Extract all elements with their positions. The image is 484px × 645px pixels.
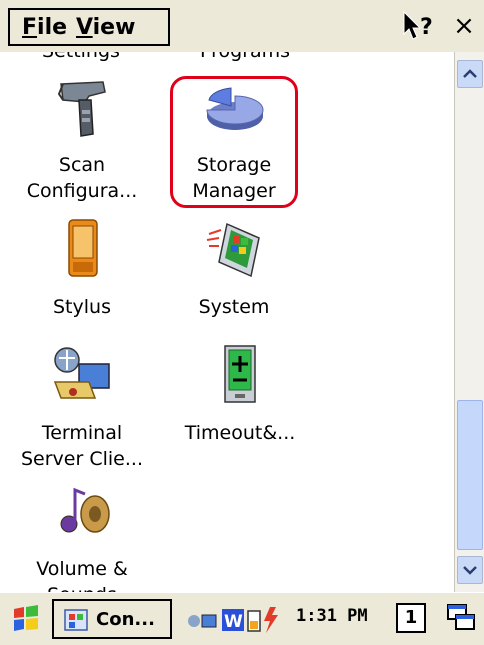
volume-label-line1: Volume & — [36, 558, 128, 580]
selection-highlight — [170, 76, 298, 208]
stylus-item[interactable]: Stylus — [2, 216, 162, 320]
network-icon — [188, 614, 217, 628]
menu-file[interactable]: File — [22, 15, 67, 40]
terminal-server-client-item[interactable]: Terminal Server Clie... — [2, 342, 162, 472]
scan-label-line2: Configura... — [26, 180, 138, 202]
show-desktop-icon[interactable] — [444, 601, 478, 635]
stylus-label: Stylus — [53, 296, 111, 318]
settings-partial-label: Settings — [42, 52, 120, 62]
volume-sounds-item[interactable]: Volume & Sounds — [2, 478, 162, 592]
taskbar: Con... W 1:31 PM 1 — [0, 592, 484, 645]
menu-view[interactable]: View — [76, 15, 135, 40]
timeout-item[interactable]: Timeout&... — [160, 342, 320, 446]
system-device-icon — [206, 222, 260, 278]
control-panel-icon — [64, 609, 88, 631]
scroll-up-button[interactable] — [457, 60, 483, 88]
help-icon[interactable]: ? — [400, 8, 440, 44]
volume-label-line2: Sounds — [2, 582, 162, 592]
task-button-label: Con... — [96, 609, 155, 630]
barcode-scanner-icon — [57, 81, 106, 137]
scan-configuration-item[interactable]: Scan Configura... — [2, 76, 162, 204]
system-item[interactable]: System — [154, 216, 314, 320]
control-panel-view: Settings Programs Scan Configura... Stor… — [0, 52, 454, 592]
vertical-scrollbar[interactable] — [454, 52, 484, 592]
menu-bar: File View ? × — [0, 0, 484, 53]
power-bolt-icon — [264, 607, 278, 633]
scroll-thumb[interactable] — [457, 400, 483, 550]
chevron-down-icon — [463, 566, 477, 575]
chevron-up-icon — [463, 69, 477, 78]
windows-start-icon[interactable] — [8, 601, 44, 637]
remote-desktop-icon — [53, 347, 110, 399]
programs-partial-label: Programs — [200, 52, 290, 62]
scroll-down-button[interactable] — [457, 556, 483, 584]
word-icon: W — [222, 609, 244, 632]
menu-view-rest: iew — [92, 15, 136, 40]
speaker-music-icon — [60, 487, 110, 533]
menu-file-rest: ile — [37, 15, 68, 40]
close-button[interactable]: × — [446, 8, 482, 44]
terminal-label-line2: Server Clie... — [21, 448, 143, 470]
terminal-label-line1: Terminal — [41, 422, 123, 444]
clock[interactable]: 1:31 PM — [296, 606, 368, 626]
battery-timeout-icon — [224, 345, 256, 403]
tray-icons[interactable]: W — [184, 603, 294, 635]
svg-text:?: ? — [420, 15, 433, 40]
svg-text:W: W — [224, 612, 243, 632]
scan-label-line1: Scan — [58, 154, 106, 176]
menu-group: File View — [8, 8, 170, 46]
battery-icon — [247, 610, 261, 632]
timeout-label: Timeout&... — [184, 422, 296, 444]
system-label: System — [198, 296, 270, 318]
handheld-device-icon — [68, 219, 98, 277]
task-button-control-panel[interactable]: Con... — [52, 599, 172, 639]
input-panel-indicator[interactable]: 1 — [396, 603, 426, 633]
